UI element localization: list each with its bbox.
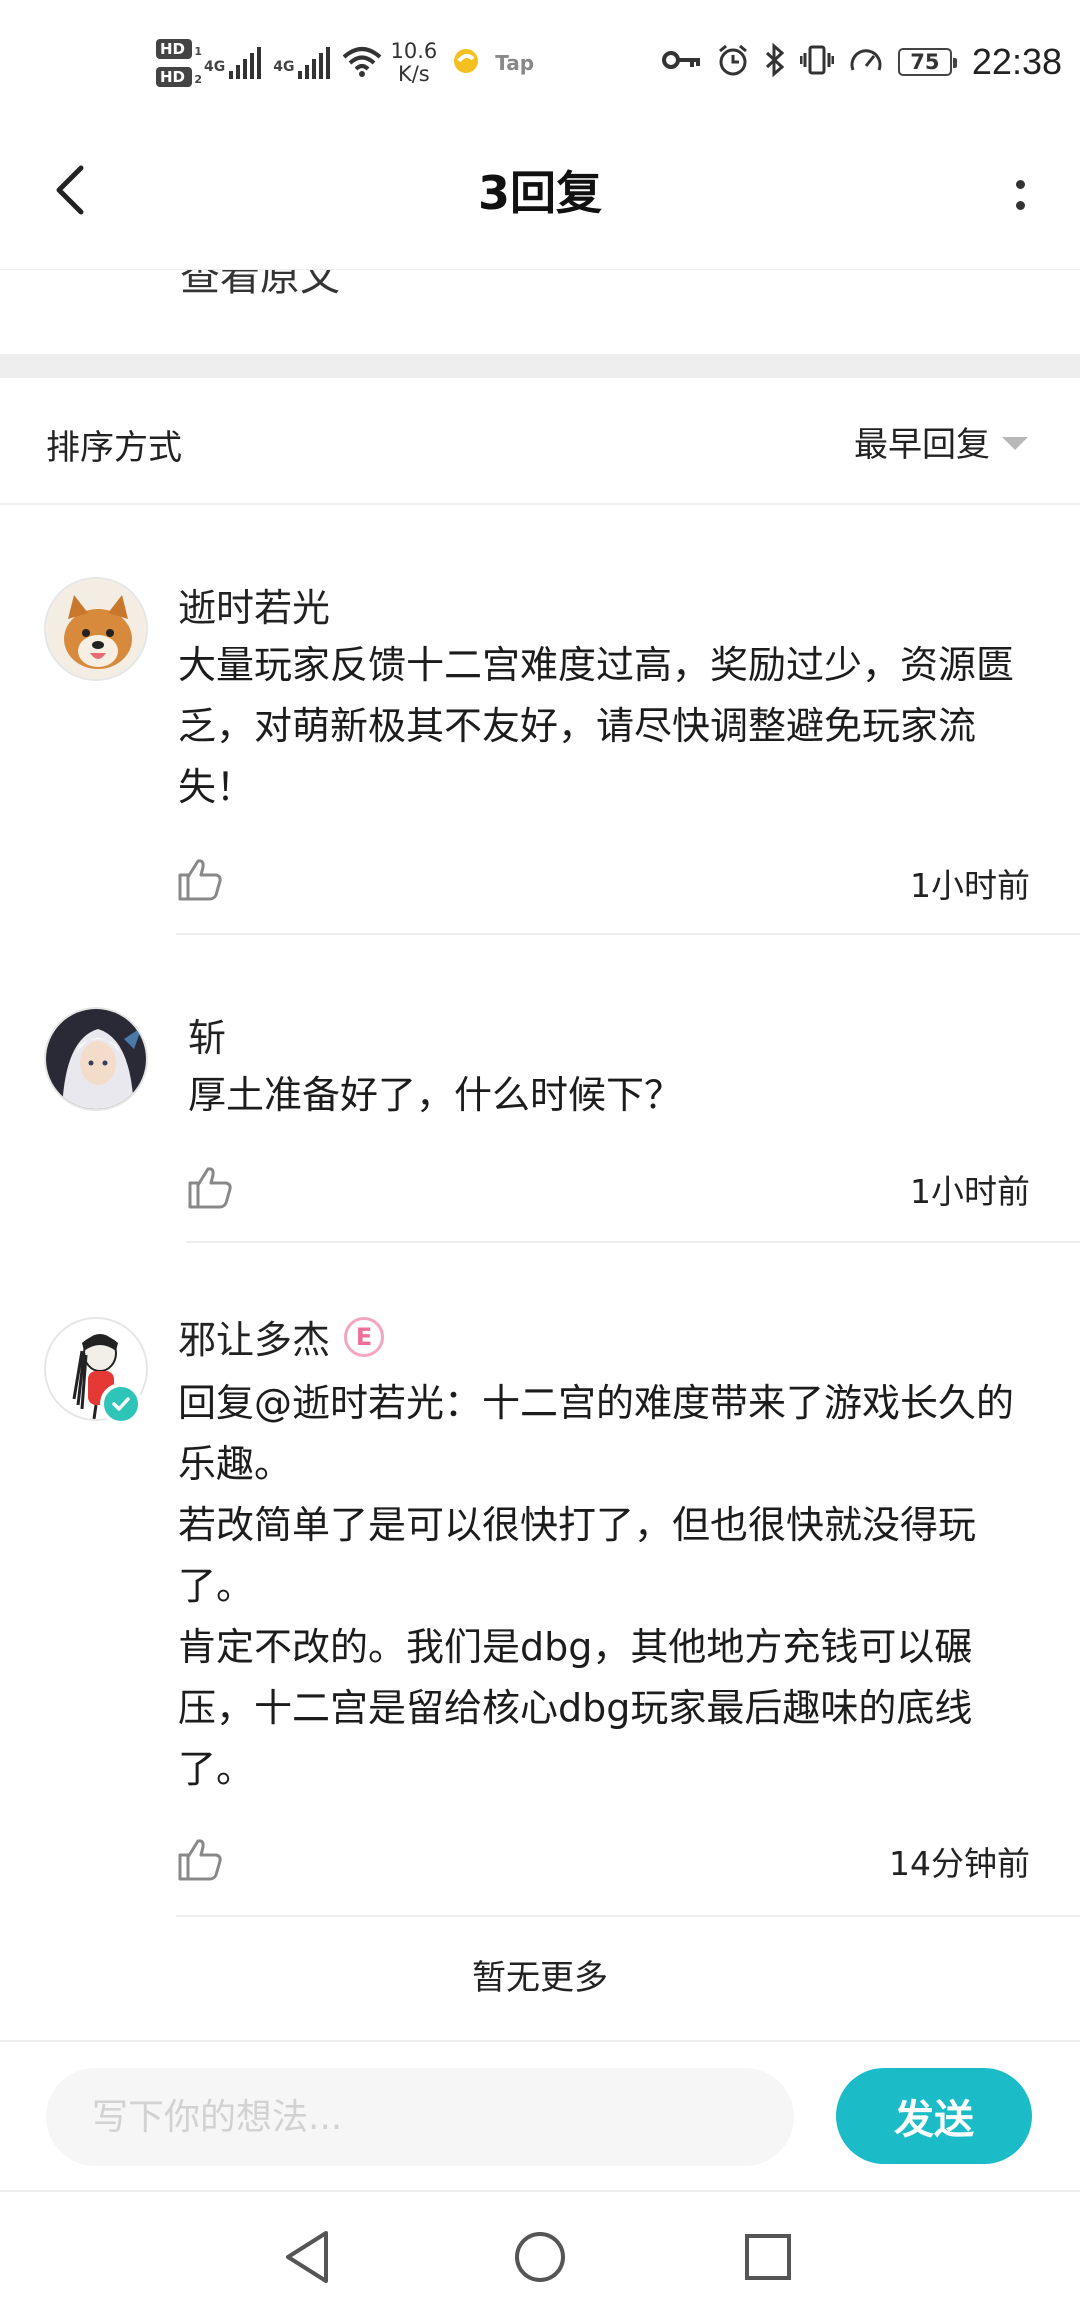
sort-label: 排序方式 <box>46 428 182 468</box>
comment-time: 1小时前 <box>910 866 1030 905</box>
network-speed: 10.6 K/s <box>390 39 438 86</box>
like-button[interactable] <box>176 1835 224 1883</box>
square-recents-icon <box>745 2234 791 2280</box>
tap-app-icon: Tap <box>495 51 535 75</box>
comment-body: 厚土准备好了，什么时候下？ <box>188 1065 1028 1126</box>
nav-home-button[interactable] <box>505 2222 575 2292</box>
like-button[interactable] <box>186 1163 234 1211</box>
more-dot-icon <box>1015 180 1025 189</box>
signal2-icon: 4G <box>273 47 331 79</box>
signal1-icon: 4G <box>204 47 262 79</box>
comment-text: 厚土准备好了，什么时候下？ <box>188 1073 683 1117</box>
composer-bar: 发送 <box>0 2042 1080 2192</box>
comment-text-line: 肯定不改的。我们是dbg，其他地方充钱可以碾压，十二宫是留给核心dbg玩家最后趣… <box>178 1625 973 1791</box>
view-original-label: 查看原文 <box>180 270 340 300</box>
nav-recents-button[interactable] <box>733 2222 803 2292</box>
status-bar: HD 1 HD 2 4G 4G 10.6 K/s Tap 75 22:38 <box>0 0 1080 125</box>
alarm-icon <box>716 43 750 81</box>
end-of-list-label: 暂无更多 <box>472 1958 608 1998</box>
like-button[interactable] <box>176 855 224 903</box>
section-separator <box>0 354 1080 378</box>
hd1-icon: HD 1 <box>156 39 202 59</box>
nav-back-button[interactable] <box>272 2222 342 2292</box>
comment-time: 14分钟前 <box>889 1844 1030 1883</box>
more-options-button[interactable] <box>990 160 1050 230</box>
triangle-back-icon <box>286 2231 328 2283</box>
original-post-link[interactable]: 查看原文 <box>0 270 1080 354</box>
avatar[interactable] <box>44 577 148 681</box>
title-bar: 3回复 <box>0 125 1080 270</box>
thumbs-up-icon <box>188 1167 232 1209</box>
comment-text: 大量玩家反馈十二宫难度过高，奖励过少，资源匮乏，对萌新极其不友好，请尽快调整避免… <box>178 643 1015 809</box>
comment-item: 斩 厚土准备好了，什么时候下？ 1小时前 <box>0 935 1080 1243</box>
status-left: HD 1 HD 2 4G 4G 10.6 K/s Tap <box>156 28 534 98</box>
sort-selected-value: 最早回复 <box>854 424 990 465</box>
comment-item: 逝时若光 大量玩家反馈十二宫难度过高，奖励过少，资源匮乏，对萌新极其不友好，请尽… <box>0 505 1080 935</box>
comment-text-line: 若改简单了是可以很快打了，但也很快就没得玩了。 <box>178 1503 977 1608</box>
reply-input[interactable] <box>46 2068 794 2166</box>
key-icon <box>661 48 702 76</box>
verified-icon <box>100 1383 142 1425</box>
level-badge-icon: E <box>344 1316 385 1357</box>
speedometer-icon <box>848 44 884 80</box>
send-button[interactable]: 发送 <box>836 2068 1032 2164</box>
anime-character-avatar-icon <box>46 1009 146 1109</box>
system-nav-bar <box>0 2194 1080 2310</box>
circle-home-icon <box>515 2232 565 2282</box>
avatar[interactable] <box>44 1007 148 1111</box>
bluetooth-icon <box>764 42 786 81</box>
app-notification-icon <box>451 46 481 80</box>
comment-author-row: 邪让多杰 E <box>178 1309 385 1364</box>
comment-body: 回复@逝时若光：十二宫的难度带来了游戏长久的乐趣。 若改简单了是可以很快打了，但… <box>178 1373 1018 1800</box>
caret-down-icon <box>1002 436 1028 450</box>
comment-author[interactable]: 逝时若光 <box>178 577 330 632</box>
battery-indicator: 75 <box>897 48 957 76</box>
comment-body: 大量玩家反馈十二宫难度过高，奖励过少，资源匮乏，对萌新极其不友好，请尽快调整避免… <box>178 635 1018 818</box>
sort-row: 排序方式 最早回复 <box>0 378 1080 505</box>
comment-time: 1小时前 <box>910 1172 1030 1211</box>
status-right: 75 22:38 <box>661 36 1062 88</box>
sort-dropdown[interactable]: 最早回复 <box>854 416 1028 466</box>
thumbs-up-icon <box>178 1839 222 1881</box>
comment-author[interactable]: 邪让多杰 <box>178 1309 330 1364</box>
comment-text-line: 回复@逝时若光：十二宫的难度带来了游戏长久的乐趣。 <box>178 1381 1015 1486</box>
more-dot-icon <box>1015 201 1025 210</box>
vibrate-icon <box>799 43 835 81</box>
comment-divider <box>176 1915 1080 1917</box>
hd2-icon: HD 2 <box>156 67 202 87</box>
status-time: 22:38 <box>971 41 1062 82</box>
comment-author[interactable]: 斩 <box>188 1007 226 1062</box>
shiba-dog-avatar-icon <box>46 579 146 679</box>
comment-item: 邪让多杰 E 回复@逝时若光：十二宫的难度带来了游戏长久的乐趣。 若改简单了是可… <box>0 1243 1080 1918</box>
thumbs-up-icon <box>178 859 222 901</box>
wifi-icon <box>342 45 382 81</box>
hd-indicators: HD 1 HD 2 <box>156 39 202 87</box>
page-title: 3回复 <box>477 166 602 220</box>
